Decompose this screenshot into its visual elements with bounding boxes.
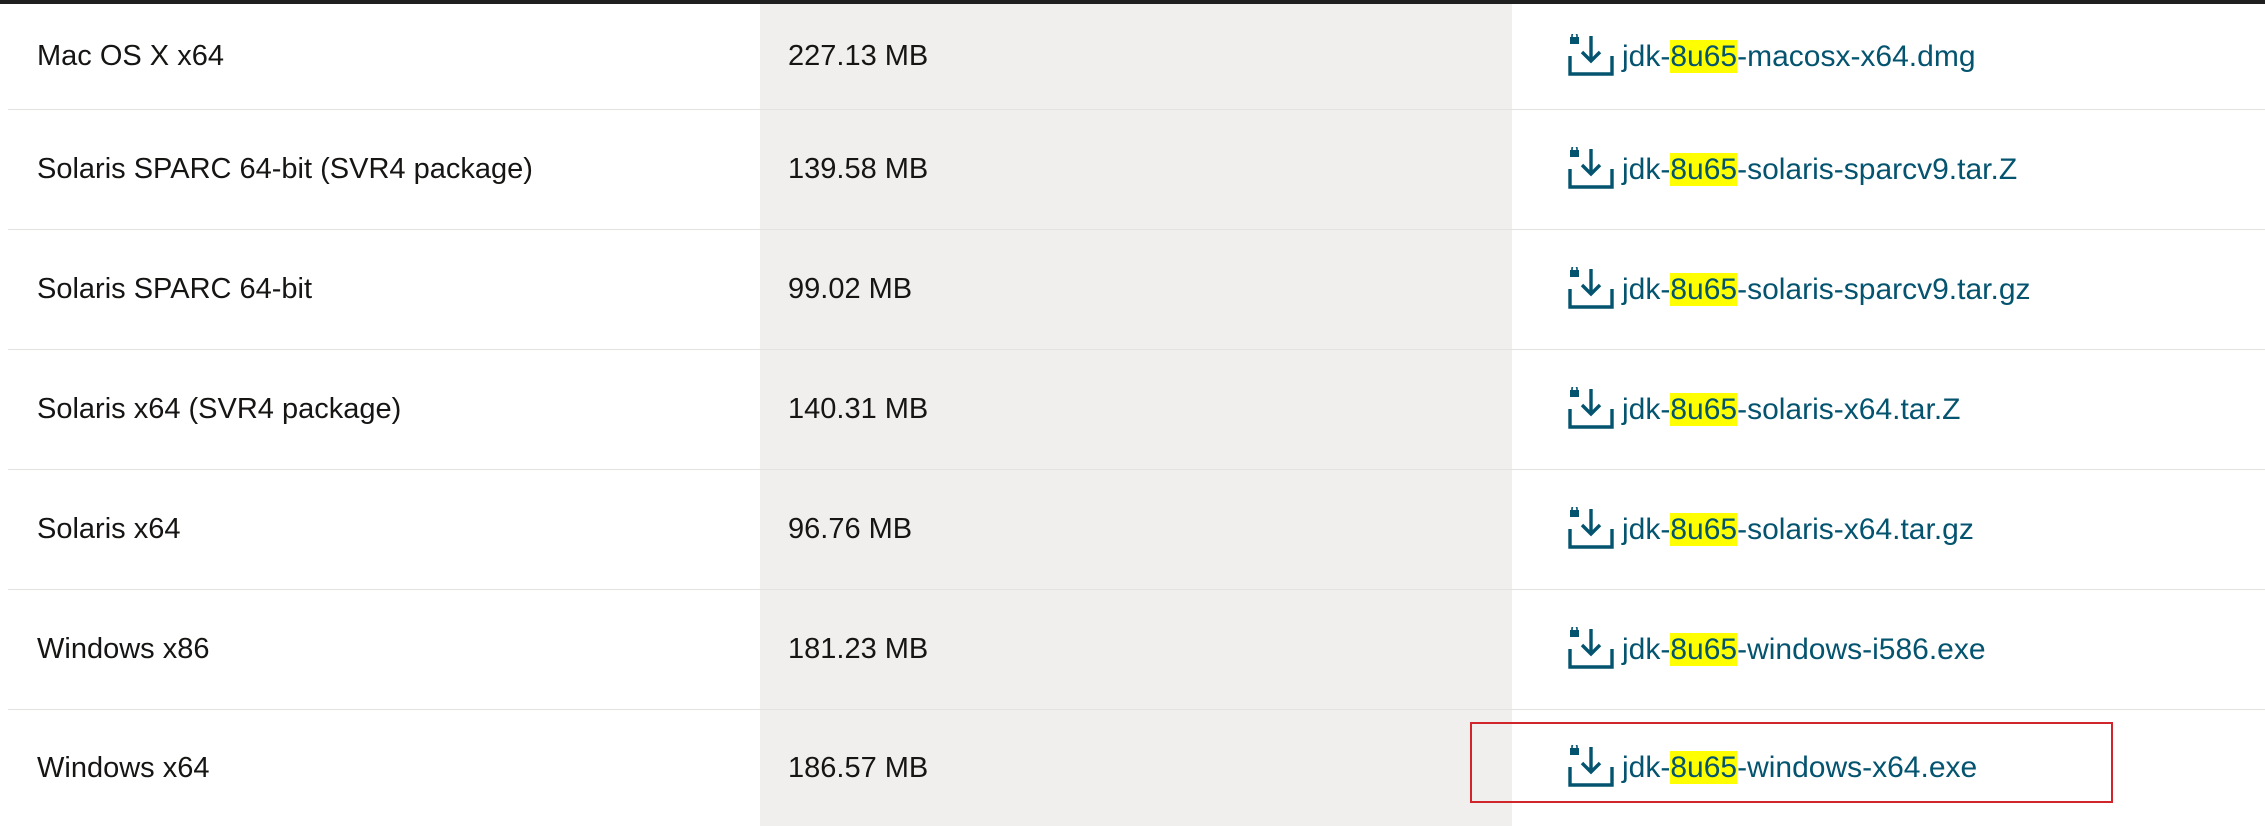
locked-download-icon (1568, 745, 1614, 787)
size-cell: 186.57 MB (760, 710, 1512, 826)
table-row: Mac OS X x64 227.13 MB jdk-8u65-macosx-x… (8, 4, 2265, 110)
locked-download-icon (1568, 146, 1614, 189)
file-suffix: -macosx-x64.dmg (1737, 39, 1976, 73)
search-highlight: 8u65 (1670, 512, 1738, 546)
download-link-solaris-sparcv9-tar-gz[interactable]: jdk-8u65-solaris-sparcv9.tar.gz (1622, 272, 2031, 307)
table-row: Solaris SPARC 64-bit 99.02 MB jdk-8u65-s… (8, 230, 2265, 350)
size-cell: 181.23 MB (760, 590, 1512, 709)
search-highlight: 8u65 (1670, 152, 1738, 186)
download-link-solaris-x64-tar-gz[interactable]: jdk-8u65-solaris-x64.tar.gz (1622, 512, 1974, 547)
platform-cell: Windows x86 (37, 633, 210, 665)
download-link-macosx-x64[interactable]: jdk-8u65-macosx-x64.dmg (1622, 39, 1976, 74)
size-cell: 227.13 MB (760, 4, 1512, 109)
download-cell: jdk-8u65-solaris-x64.tar.Z (1512, 350, 2265, 469)
table-row: Solaris x64 96.76 MB jdk-8u65-solaris-x6… (8, 470, 2265, 590)
search-highlight: 8u65 (1670, 392, 1738, 426)
platform-cell: Mac OS X x64 (37, 40, 224, 72)
download-link-solaris-sparcv9-tar-z[interactable]: jdk-8u65-solaris-sparcv9.tar.Z (1622, 152, 2018, 187)
download-cell: jdk-8u65-windows-i586.exe (1512, 590, 2265, 709)
download-link-solaris-x64-tar-z[interactable]: jdk-8u65-solaris-x64.tar.Z (1622, 392, 1961, 427)
file-prefix: jdk- (1622, 152, 1671, 186)
file-prefix: jdk- (1622, 512, 1671, 546)
download-cell: jdk-8u65-solaris-sparcv9.tar.Z (1512, 110, 2265, 229)
file-suffix: -solaris-sparcv9.tar.gz (1737, 272, 2031, 306)
platform-cell: Solaris x64 (37, 513, 181, 545)
platform-cell: Windows x64 (37, 751, 210, 784)
size-cell: 140.31 MB (760, 350, 1512, 469)
file-suffix: -solaris-sparcv9.tar.Z (1737, 152, 2018, 186)
file-prefix: jdk- (1622, 751, 1671, 784)
locked-download-icon (1568, 386, 1614, 429)
search-highlight: 8u65 (1670, 751, 1738, 784)
download-link-windows-i586[interactable]: jdk-8u65-windows-i586.exe (1622, 632, 1986, 667)
table-row: Windows x86 181.23 MB jdk-8u65-windows-i… (8, 590, 2265, 710)
table-row: Solaris SPARC 64-bit (SVR4 package) 139.… (8, 110, 2265, 230)
downloads-table: Mac OS X x64 227.13 MB jdk-8u65-macosx-x… (8, 4, 2265, 826)
file-prefix: jdk- (1622, 392, 1671, 426)
platform-cell: Solaris SPARC 64-bit (SVR4 package) (37, 153, 533, 185)
locked-download-icon (1568, 266, 1614, 309)
search-highlight: 8u65 (1670, 632, 1738, 666)
download-cell: jdk-8u65-windows-x64.exe (1512, 710, 2265, 826)
locked-download-icon (1568, 506, 1614, 549)
table-row: Windows x64 186.57 MB jdk-8u65-windows-x… (8, 710, 2265, 826)
file-prefix: jdk- (1622, 632, 1671, 666)
size-cell: 99.02 MB (760, 230, 1512, 349)
download-cell: jdk-8u65-solaris-x64.tar.gz (1512, 470, 2265, 589)
search-highlight: 8u65 (1670, 272, 1738, 306)
file-suffix: -windows-i586.exe (1737, 632, 1986, 666)
file-suffix: -solaris-x64.tar.Z (1737, 392, 1961, 426)
file-suffix: -solaris-x64.tar.gz (1737, 512, 1974, 546)
file-suffix: -windows-x64.exe (1737, 751, 1978, 784)
file-prefix: jdk- (1622, 272, 1671, 306)
locked-download-icon (1568, 626, 1614, 669)
locked-download-icon (1568, 33, 1614, 76)
platform-cell: Solaris SPARC 64-bit (37, 273, 313, 305)
size-cell: 96.76 MB (760, 470, 1512, 589)
download-link-windows-x64[interactable]: jdk-8u65-windows-x64.exe (1622, 751, 1977, 785)
platform-cell: Solaris x64 (SVR4 package) (37, 393, 402, 425)
download-cell: jdk-8u65-macosx-x64.dmg (1512, 4, 2265, 109)
file-prefix: jdk- (1622, 39, 1671, 73)
search-highlight: 8u65 (1670, 39, 1738, 73)
download-cell: jdk-8u65-solaris-sparcv9.tar.gz (1512, 230, 2265, 349)
table-row: Solaris x64 (SVR4 package) 140.31 MB jdk… (8, 350, 2265, 470)
size-cell: 139.58 MB (760, 110, 1512, 229)
